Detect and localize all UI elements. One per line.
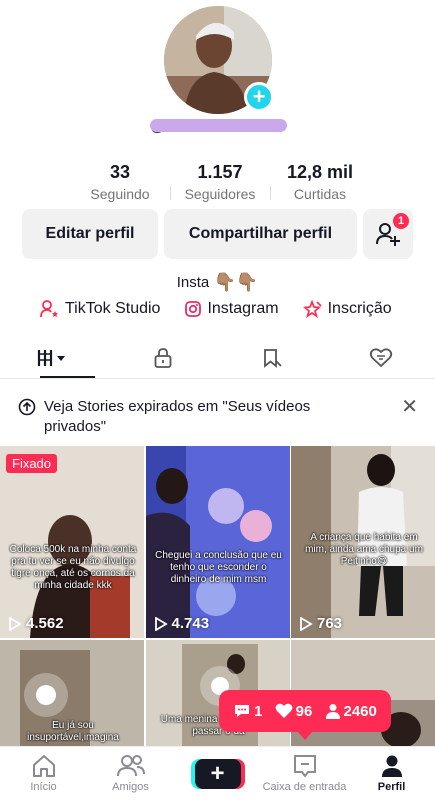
stat-following[interactable]: 33 Seguindo [70, 162, 170, 202]
home-icon [32, 755, 55, 777]
bottom-navigation: Início Amigos + Caixa de entrada Perfil [0, 746, 435, 800]
video-thumbnail[interactable]: Eu já sou insuportável,imagina [0, 639, 144, 746]
profile-icon [381, 755, 402, 777]
lock-icon [154, 348, 172, 368]
nav-inbox[interactable]: Caixa de entrada [261, 747, 348, 800]
tab-private[interactable] [109, 340, 218, 376]
username-redaction [150, 119, 287, 132]
nav-profile[interactable]: Perfil [348, 747, 435, 800]
profile-links: TikTok Studio Instagram Inscrição [40, 300, 392, 318]
tab-liked[interactable] [326, 340, 435, 376]
video-thumbnail[interactable]: A criança que habita em mim, ainda ama c… [291, 446, 435, 638]
thumbnail-image [0, 446, 144, 638]
toast-followers-value: 2460 [343, 702, 377, 720]
stat-label: Seguindo [90, 186, 150, 202]
person-icon [325, 704, 340, 719]
pointing-down-hands-icon: 👇🏽👇🏽 [213, 272, 259, 292]
pinned-badge: Fixado [6, 454, 58, 473]
view-count: 4.743 [154, 615, 210, 632]
toast-likes-value: 96 [295, 702, 313, 720]
view-count-value: 763 [317, 615, 343, 632]
upload-icon [18, 398, 36, 416]
friends-icon [116, 755, 145, 777]
nav-create[interactable]: + [174, 747, 261, 800]
tab-favorites[interactable] [218, 340, 327, 376]
profile-actions: Editar perfil Compartilhar perfil 1 [22, 209, 413, 259]
nav-label: Amigos [112, 781, 149, 793]
stat-label: Curtidas [293, 186, 347, 202]
view-count: 763 [299, 615, 342, 632]
subscription-link[interactable]: Inscrição [302, 300, 392, 318]
bio-text: Insta [176, 274, 210, 291]
tiktok-studio-link[interactable]: TikTok Studio [40, 300, 160, 318]
add-story-icon[interactable]: + [244, 82, 274, 112]
instagram-link[interactable]: Instagram [184, 300, 279, 318]
create-icon: + [194, 758, 241, 789]
nav-home[interactable]: Início [0, 747, 87, 800]
profile-stats: 33 Seguindo 1.157 Seguidores 12,8 mil Cu… [70, 162, 370, 202]
instagram-icon [185, 301, 202, 317]
subscription-icon [302, 300, 322, 318]
play-icon [9, 616, 22, 631]
toast-pointer [297, 731, 313, 740]
tabs-divider [0, 378, 435, 379]
inbox-icon [293, 755, 316, 777]
nav-label: Caixa de entrada [262, 781, 347, 793]
toast-comments: 1 [233, 703, 262, 720]
comment-icon [235, 705, 250, 717]
stat-divider [270, 186, 271, 200]
view-count-value: 4.743 [171, 615, 210, 632]
video-caption: A criança que habita em mim, ainda ama c… [305, 532, 423, 567]
stat-value: 1.157 [197, 162, 243, 182]
profile-tabs [0, 340, 435, 378]
tab-videos[interactable] [0, 340, 109, 378]
stat-followers[interactable]: 1.157 Seguidores [170, 162, 270, 202]
bookmark-icon [263, 349, 282, 368]
videos-grid-icon [38, 350, 66, 366]
link-label: TikTok Studio [65, 300, 161, 317]
view-count-value: 4.562 [26, 615, 64, 632]
edit-profile-button[interactable]: Editar perfil [22, 209, 158, 259]
expired-stories-banner[interactable]: Veja Stories expirados em "Seus vídeos p… [18, 397, 418, 437]
nav-friends[interactable]: Amigos [87, 747, 174, 800]
video-caption: Eu já sou insuportável,imagina [27, 719, 119, 743]
add-friends-button[interactable]: 1 [363, 209, 413, 259]
view-count: 4.562 [8, 615, 64, 632]
video-caption: Cheguei a conclusão que eu tenho que esc… [155, 550, 282, 585]
stat-divider [170, 186, 171, 200]
nav-label: Perfil [377, 781, 406, 793]
stat-value: 12,8 mil [286, 162, 354, 182]
nav-label: Início [30, 781, 57, 793]
thumbnail-image [145, 446, 290, 638]
close-icon[interactable]: ✕ [401, 397, 418, 417]
toast-likes: 96 [275, 702, 313, 720]
link-label: Inscrição [327, 300, 392, 317]
toast-followers: 2460 [325, 703, 377, 720]
link-label: Instagram [207, 300, 279, 317]
tiktok-studio-icon [40, 300, 58, 318]
username: @S [150, 118, 287, 135]
profile-bio: Insta 👇🏽👇🏽 [0, 272, 435, 293]
heart-icon [275, 703, 293, 718]
video-thumbnail[interactable]: Fixado Coloca 500k na minha conta pra tu… [0, 446, 144, 638]
stories-banner-text: Veja Stories expirados em "Seus vídeos p… [44, 398, 311, 435]
video-caption: Coloca 500k na minha conta pra tu ver se… [9, 544, 137, 591]
play-icon [154, 616, 168, 631]
play-icon [300, 616, 313, 631]
activity-toast[interactable]: 1 96 2460 [219, 690, 391, 740]
stat-value: 33 [109, 162, 131, 182]
stat-likes[interactable]: 12,8 mil Curtidas [270, 162, 370, 202]
video-thumbnail[interactable]: Cheguei a conclusão que eu tenho que esc… [145, 446, 290, 638]
profile-avatar-wrap[interactable]: + [164, 6, 274, 114]
stat-label: Seguidores [184, 186, 256, 202]
share-profile-button[interactable]: Compartilhar perfil [164, 209, 357, 259]
liked-hidden-icon [369, 348, 392, 368]
toast-comments-value: 1 [254, 702, 263, 720]
notification-badge: 1 [393, 213, 409, 229]
